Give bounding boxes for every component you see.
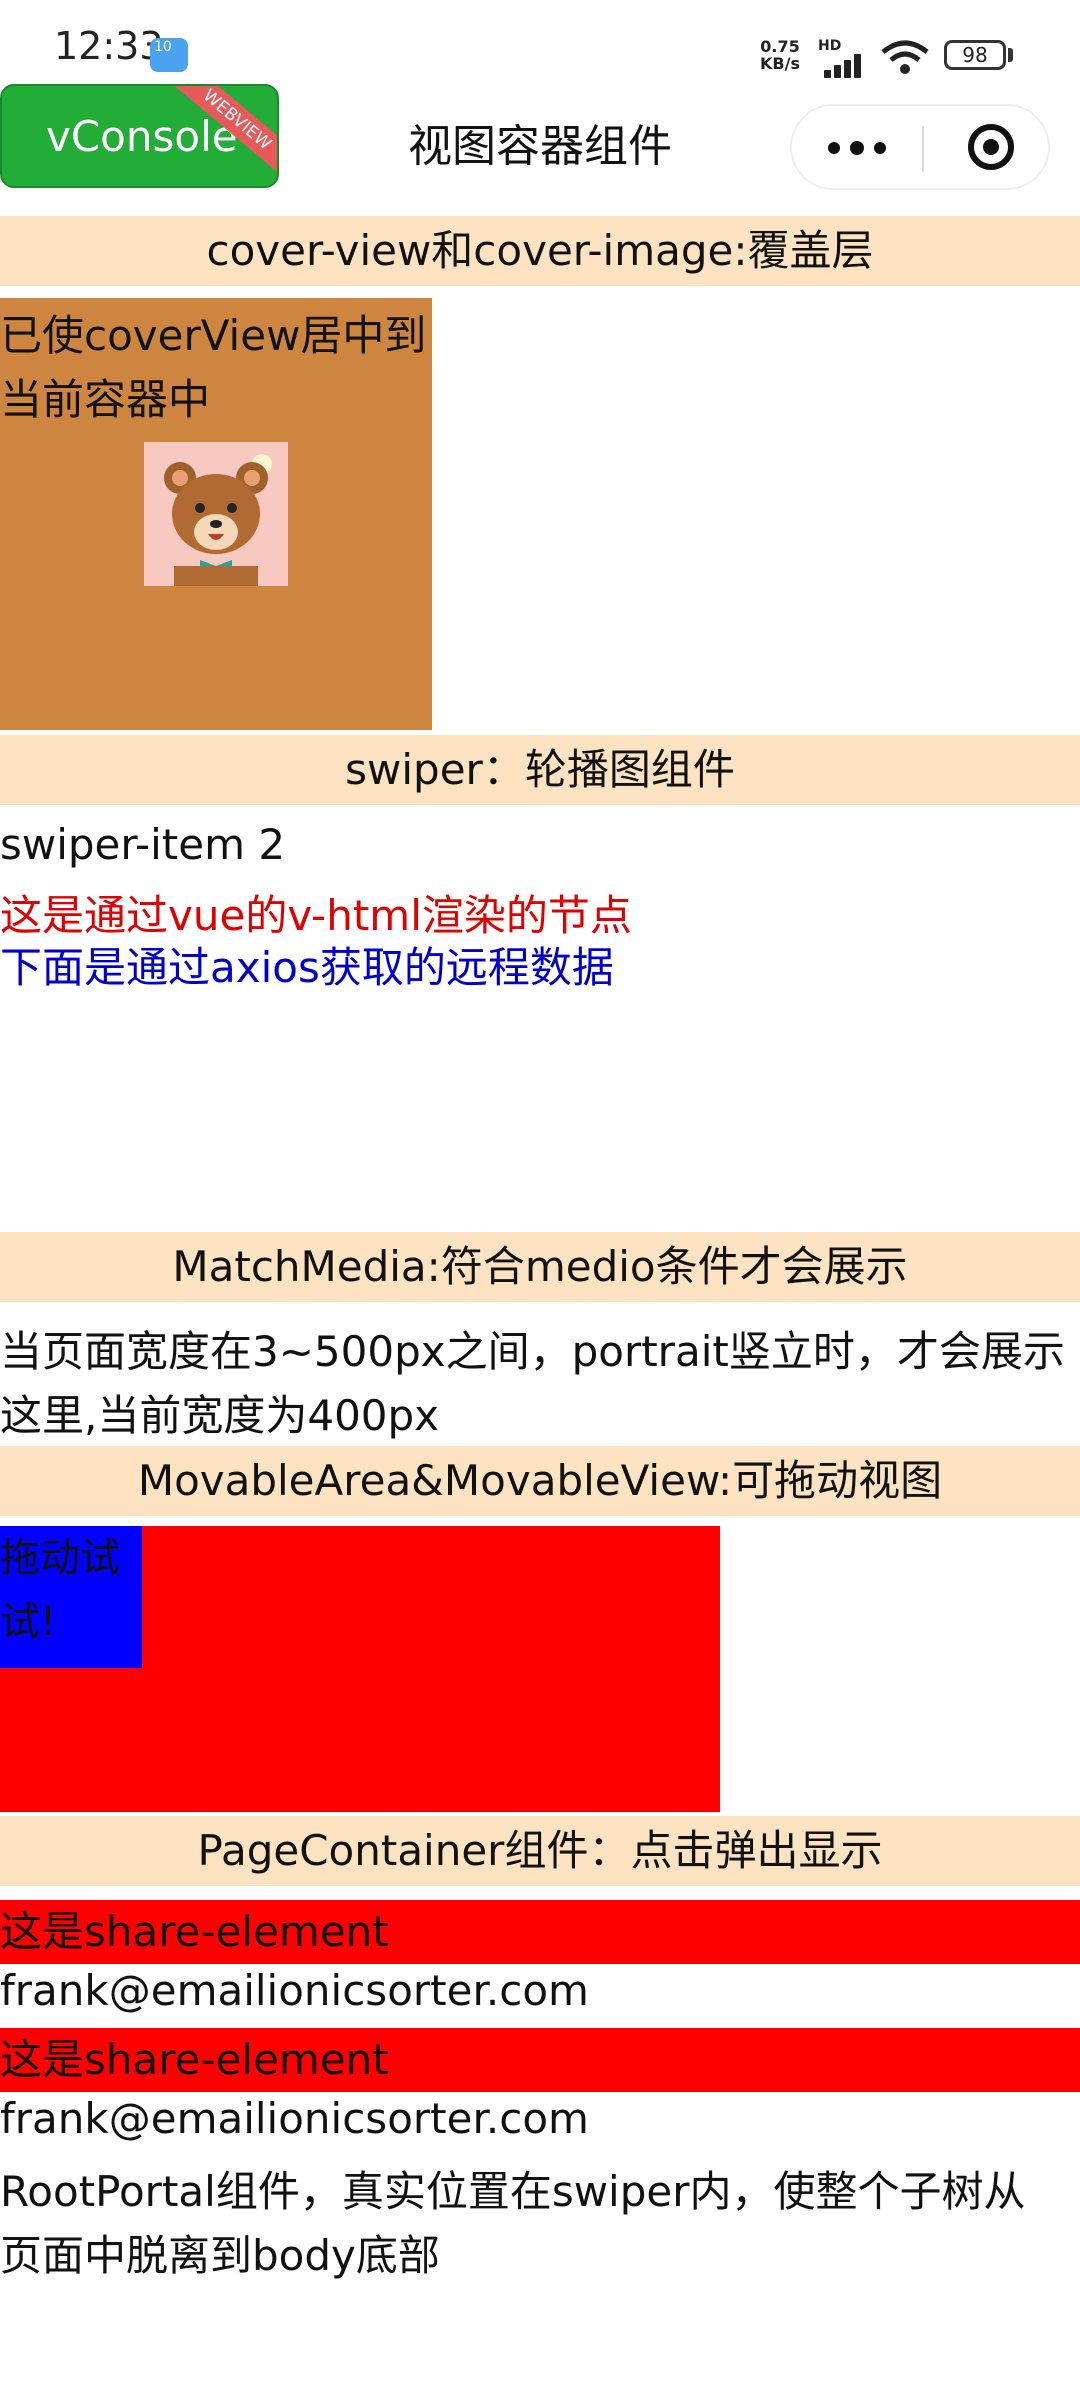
email-text: frank@emailionicsorter.com: [0, 2094, 589, 2143]
vconsole-button[interactable]: vConsole WEBVIEW: [0, 84, 279, 188]
bear-icon: [144, 442, 288, 586]
share-element[interactable]: 这是share-element: [0, 1900, 1080, 1964]
network-speed: 0.75 KB/s: [760, 38, 800, 72]
battery-icon: 98: [944, 40, 1006, 70]
signal-icon: [818, 52, 868, 78]
status-bar: 12:33 10 0.75 KB/s HD 98: [0, 0, 1080, 84]
battery-tip: [1008, 48, 1013, 62]
section-header-page-container: PageContainer组件：点击弹出显示: [0, 1816, 1080, 1886]
swiper-item-label: swiper-item 2: [0, 820, 286, 869]
root-portal-text-line1: RootPortal组件，真实位置在swiper内，使整个子树从: [0, 2167, 1026, 2216]
match-media-text-line1: 当页面宽度在3~500px之间，portrait竖立时，才会展示: [0, 1327, 1065, 1376]
root-portal-text-line2: 页面中脱离到body底部: [0, 2231, 440, 2280]
section-header-movable: MovableArea&MovableView:可拖动视图: [0, 1446, 1080, 1516]
share-element[interactable]: 这是share-element: [0, 2028, 1080, 2092]
movable-area: 拖动试试!: [0, 1526, 720, 1812]
match-media-text-line2: 这里,当前宽度为400px: [0, 1391, 440, 1440]
movable-view[interactable]: 拖动试试!: [0, 1526, 142, 1668]
network-speed-unit: KB/s: [760, 54, 800, 73]
capsule-menu: [790, 104, 1050, 190]
more-icon[interactable]: [828, 134, 888, 162]
cover-view-text: 已使coverView居中到当前容器中: [0, 311, 427, 424]
status-time: 12:33: [54, 24, 164, 68]
wifi-icon: [881, 40, 929, 74]
section-header-swiper: swiper：轮播图组件: [0, 735, 1080, 805]
section-header-match-media: MatchMedia:符合medio条件才会展示: [0, 1232, 1080, 1302]
section-header-cover: cover-view和cover-image:覆盖层: [0, 216, 1080, 286]
cover-view-container: 已使coverView居中到当前容器中: [0, 298, 432, 730]
capsule-divider: [922, 126, 924, 172]
close-miniprogram-icon[interactable]: [968, 124, 1014, 170]
email-text: frank@emailionicsorter.com: [0, 1966, 589, 2015]
notification-badge: 10: [150, 38, 188, 72]
network-speed-value: 0.75: [760, 37, 800, 56]
page-title: 视图容器组件: [408, 121, 672, 172]
vconsole-label: vConsole: [46, 112, 238, 161]
axios-text: 下面是通过axios获取的远程数据: [0, 943, 614, 992]
